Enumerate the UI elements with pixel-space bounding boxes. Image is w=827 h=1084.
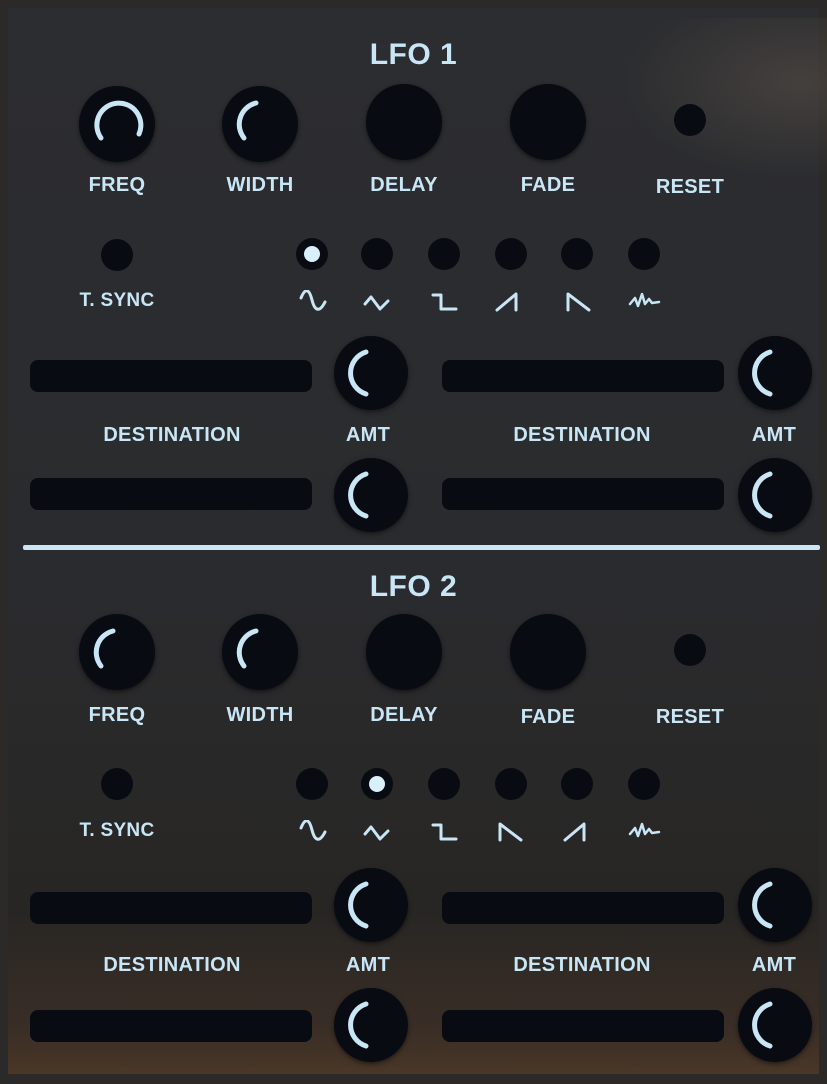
lfo2-tsync-toggle[interactable] bbox=[101, 768, 133, 800]
section-divider bbox=[23, 545, 820, 550]
random-wave-icon bbox=[628, 822, 661, 838]
lfo1-reset-label: RESET bbox=[655, 176, 725, 198]
knob-indicator-arc bbox=[348, 1001, 369, 1049]
lfo2-tsync-label: T. SYNC bbox=[79, 820, 155, 841]
saw-up-wave-icon bbox=[495, 292, 518, 312]
knob-indicator-arc bbox=[348, 349, 369, 397]
lfo2-wave-select-saw-up[interactable] bbox=[561, 768, 593, 800]
lfo1-fade-knob[interactable] bbox=[510, 84, 586, 160]
lfo1-title: LFO 1 bbox=[369, 38, 458, 71]
lfo2-destination-2-left[interactable] bbox=[30, 1010, 312, 1042]
lfo2-amt-label-right: AMT bbox=[751, 954, 797, 976]
lfo1-width-knob[interactable] bbox=[222, 86, 298, 162]
lfo1-amt-label-left: AMT bbox=[345, 424, 391, 446]
sine-wave-icon bbox=[299, 820, 327, 841]
lfo1-freq-label: FREQ bbox=[88, 174, 146, 196]
lfo2-wave-select-random[interactable] bbox=[628, 768, 660, 800]
lfo1-amt-knob-2-left[interactable] bbox=[334, 458, 408, 532]
lfo1-destination-1-right[interactable] bbox=[442, 360, 724, 392]
lfo2-delay-label: DELAY bbox=[370, 704, 438, 726]
lfo1-destination-2-right[interactable] bbox=[442, 478, 724, 510]
lfo2-fade-knob[interactable] bbox=[510, 614, 586, 690]
lfo2-wave-select-square[interactable] bbox=[428, 768, 460, 800]
lfo2-width-knob[interactable] bbox=[222, 614, 298, 690]
lfo1-tsync-label: T. SYNC bbox=[79, 290, 155, 311]
knob-indicator-arc bbox=[752, 881, 773, 929]
lfo2-amt-knob-2-left[interactable] bbox=[334, 988, 408, 1062]
lfo2-wave-select-saw-down[interactable] bbox=[495, 768, 527, 800]
lfo1-destination-1-left[interactable] bbox=[30, 360, 312, 392]
knob-indicator-arc bbox=[94, 100, 144, 141]
lfo2-reset-button[interactable] bbox=[674, 634, 706, 666]
lfo2-destination-1-left[interactable] bbox=[30, 892, 312, 924]
triangle-wave-icon bbox=[363, 825, 390, 841]
knob-indicator-arc bbox=[236, 628, 259, 669]
lfo1-reset-button[interactable] bbox=[674, 104, 706, 136]
knob-indicator-arc bbox=[348, 471, 369, 519]
lfo2-freq-knob[interactable] bbox=[79, 614, 155, 690]
saw-down-wave-icon bbox=[498, 822, 523, 842]
lfo1-fade-label: FADE bbox=[520, 174, 576, 196]
lfo1-destination-2-left[interactable] bbox=[30, 478, 312, 510]
knob-indicator-arc bbox=[752, 471, 773, 519]
lfo2-fade-label: FADE bbox=[520, 706, 576, 728]
lfo2-delay-knob[interactable] bbox=[366, 614, 442, 690]
lfo2-wave-select-sine[interactable] bbox=[296, 768, 328, 800]
lfo1-wave-select-square[interactable] bbox=[428, 238, 460, 270]
lfo1-amt-knob-1-left[interactable] bbox=[334, 336, 408, 410]
lfo2-amt-knob-1-right[interactable] bbox=[738, 868, 812, 942]
lfo2-wave-select-triangle[interactable] bbox=[361, 768, 393, 800]
lfo1-wave-select-saw-up[interactable] bbox=[495, 238, 527, 270]
lfo1-destination-label-left: DESTINATION bbox=[103, 424, 241, 446]
lfo1-wave-select-sine[interactable] bbox=[296, 238, 328, 270]
lfo1-delay-knob[interactable] bbox=[366, 84, 442, 160]
lfo-window: LFO 1 FREQ WIDTH DELAY FADE RESET T. SYN… bbox=[0, 0, 827, 1084]
lfo1-wave-select-triangle[interactable] bbox=[361, 238, 393, 270]
lfo2-width-label: WIDTH bbox=[226, 704, 294, 726]
lfo2-reset-label: RESET bbox=[655, 706, 725, 728]
lfo1-amt-knob-1-right[interactable] bbox=[738, 336, 812, 410]
square-wave-icon bbox=[431, 823, 458, 841]
lfo1-tsync-toggle[interactable] bbox=[101, 239, 133, 271]
lfo1-destination-label-right: DESTINATION bbox=[513, 424, 651, 446]
knob-indicator-arc bbox=[752, 1001, 773, 1049]
triangle-wave-icon bbox=[363, 295, 390, 311]
lfo1-delay-label: DELAY bbox=[370, 174, 438, 196]
saw-down-wave-icon bbox=[566, 292, 591, 312]
lfo2-amt-label-left: AMT bbox=[345, 954, 391, 976]
lfo2-destination-label-left: DESTINATION bbox=[103, 954, 241, 976]
lfo2-title: LFO 2 bbox=[369, 570, 458, 603]
knob-indicator-arc bbox=[236, 100, 259, 141]
lfo2-amt-knob-2-right[interactable] bbox=[738, 988, 812, 1062]
lfo2-freq-label: FREQ bbox=[88, 704, 146, 726]
lfo2-destination-1-right[interactable] bbox=[442, 892, 724, 924]
sine-wave-icon bbox=[299, 290, 327, 311]
lfo2-amt-knob-1-left[interactable] bbox=[334, 868, 408, 942]
lfo1-amt-knob-2-right[interactable] bbox=[738, 458, 812, 532]
square-wave-icon bbox=[431, 293, 458, 311]
lfo1-width-label: WIDTH bbox=[226, 174, 294, 196]
knob-indicator-arc bbox=[348, 881, 369, 929]
lfo2-destination-2-right[interactable] bbox=[442, 1010, 724, 1042]
knob-indicator-arc bbox=[93, 628, 116, 669]
saw-up-wave-icon bbox=[563, 822, 586, 842]
lfo1-wave-select-random[interactable] bbox=[628, 238, 660, 270]
random-wave-icon bbox=[628, 292, 661, 308]
lfo2-destination-label-right: DESTINATION bbox=[513, 954, 651, 976]
lfo1-amt-label-right: AMT bbox=[751, 424, 797, 446]
lfo1-freq-knob[interactable] bbox=[79, 86, 155, 162]
lfo1-wave-select-saw-down[interactable] bbox=[561, 238, 593, 270]
knob-indicator-arc bbox=[752, 349, 773, 397]
